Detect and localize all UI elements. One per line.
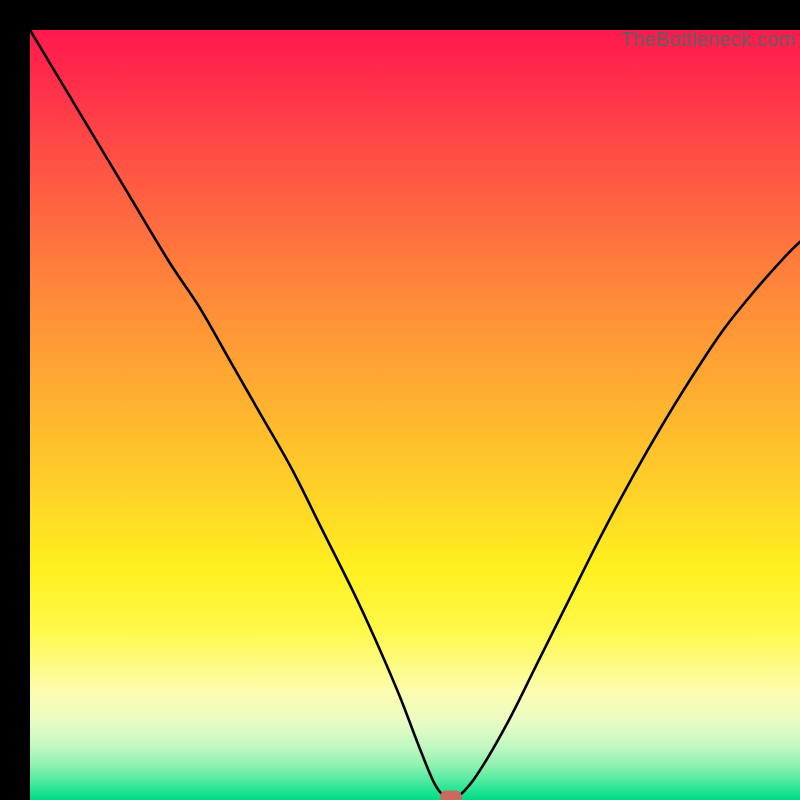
plot-area: TheBottleneck.com	[30, 30, 800, 800]
bottleneck-curve	[30, 30, 800, 800]
watermark-label: TheBottleneck.com	[621, 30, 796, 52]
optimum-marker	[440, 790, 462, 800]
chart-frame: TheBottleneck.com	[15, 15, 785, 785]
